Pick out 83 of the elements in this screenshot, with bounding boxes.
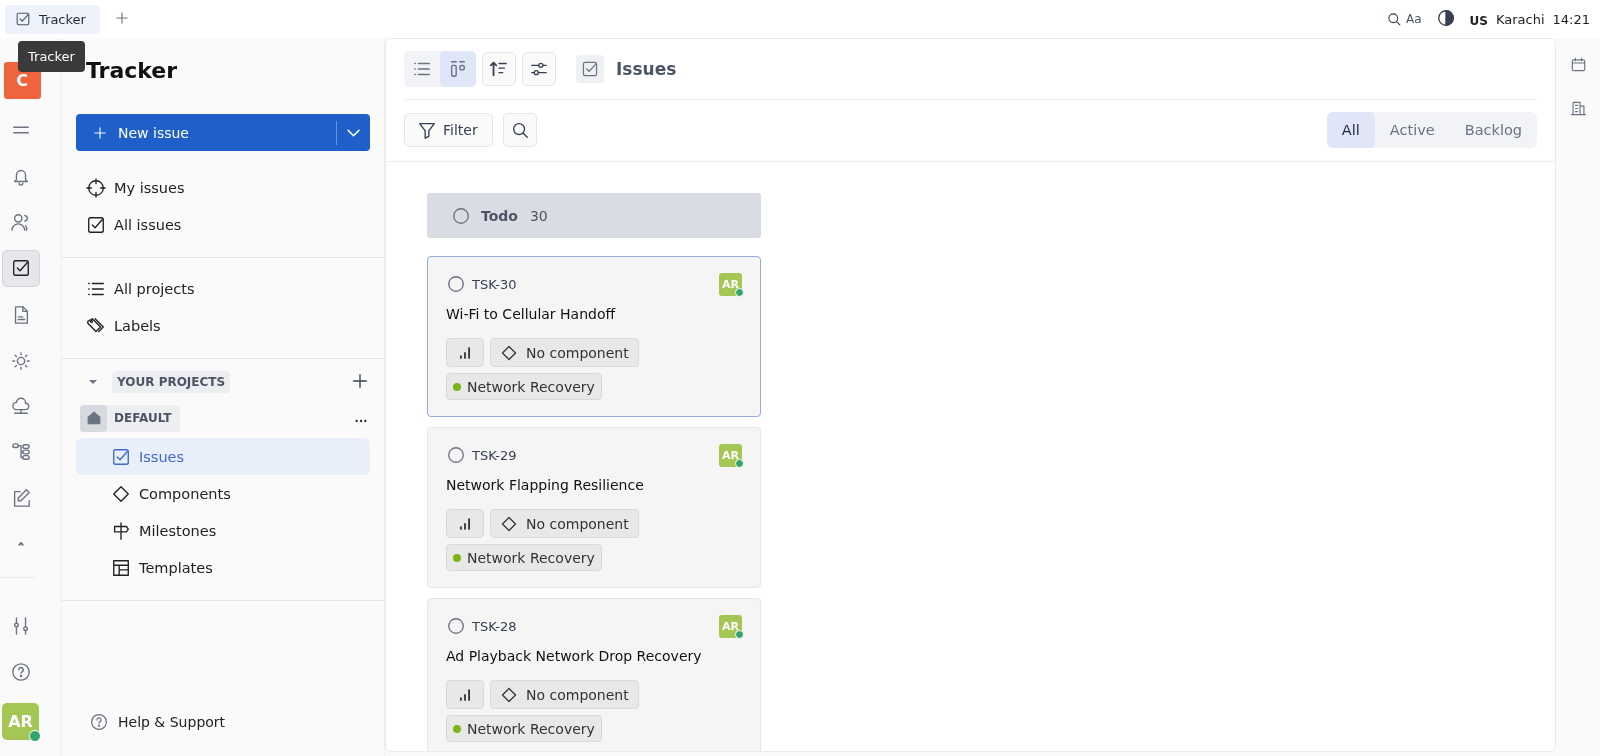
home-icon	[85, 410, 102, 426]
component-button[interactable]: No component	[490, 338, 639, 367]
search-icon	[1386, 11, 1402, 27]
diamond-icon	[500, 514, 518, 533]
issue-card[interactable]: TSK-29 AR Network Flapping Resilience No component Network Recovery	[427, 427, 761, 588]
building-icon[interactable]	[1569, 100, 1587, 117]
filter-icon	[417, 120, 437, 140]
label-tag[interactable]: Network Recovery	[446, 373, 602, 400]
people-icon[interactable]	[10, 211, 31, 232]
issue-card[interactable]: TSK-28 AR Ad Playback Network Drop Recovery No component Network Recovery	[427, 598, 761, 751]
component-button[interactable]: No component	[490, 680, 639, 709]
clock-time: 14:21	[1552, 11, 1590, 27]
filter-button[interactable]: Filter	[404, 113, 493, 147]
component-button[interactable]: No component	[490, 509, 639, 538]
status-circle-icon	[446, 445, 466, 465]
priority-button[interactable]	[446, 509, 484, 538]
sort-icon	[489, 59, 509, 79]
checkbox-icon	[86, 214, 106, 235]
status-circle-icon	[451, 205, 471, 226]
help-link[interactable]: Help & Support	[62, 713, 384, 756]
checkbox-icon	[15, 11, 31, 27]
issue-id[interactable]: TSK-28	[472, 618, 517, 634]
search-button[interactable]	[502, 113, 537, 147]
checkbox-icon	[111, 446, 131, 467]
cloud-icon[interactable]	[10, 396, 31, 417]
issue-title: Network Flapping Resilience	[446, 477, 645, 493]
sidebar-item[interactable]: All issues	[76, 206, 370, 243]
column-name: Todo	[481, 207, 518, 224]
tooltip: Tracker	[18, 41, 85, 72]
issue-count: 30	[529, 207, 548, 224]
diamond-icon	[500, 343, 518, 362]
board-view-button[interactable]	[440, 51, 476, 87]
add-tab-icon	[113, 9, 130, 26]
layout-icon	[111, 557, 131, 578]
sidebar-item[interactable]: Components	[76, 475, 370, 512]
issue-id[interactable]: TSK-30	[472, 276, 517, 292]
priority-button[interactable]	[446, 338, 484, 367]
help-icon[interactable]	[10, 661, 31, 682]
issue-title: Wi-Fi to Cellular Handoff	[446, 306, 617, 322]
project-chip[interactable]: DEFAULT	[80, 404, 180, 432]
sidebar-item[interactable]: All projects	[76, 270, 370, 307]
plus-icon	[92, 124, 108, 141]
filter-tab[interactable]: Active	[1374, 112, 1450, 148]
view-options-button[interactable]	[522, 52, 556, 86]
label-tag[interactable]: Network Recovery	[446, 544, 602, 571]
board-icon	[448, 59, 468, 79]
diamond-icon	[111, 483, 131, 504]
label-tag[interactable]: Network Recovery	[446, 715, 602, 742]
checkbox-icon	[10, 258, 31, 279]
sidebar-item[interactable]: Milestones	[76, 512, 370, 549]
status-circle-icon	[446, 616, 466, 636]
diamond-icon	[500, 685, 518, 704]
sidebar-item[interactable]: My issues	[76, 169, 370, 206]
sidebar-item[interactable]: Templates	[76, 549, 370, 586]
filter-tab[interactable]: All	[1326, 112, 1375, 148]
help-icon	[90, 713, 108, 731]
calendar-icon[interactable]	[1569, 56, 1587, 73]
checkbox-icon	[581, 60, 599, 78]
crosshair-icon	[86, 177, 106, 198]
sidebar-item[interactable]: Labels	[76, 307, 370, 344]
chevron-icon	[347, 128, 360, 137]
sort-button[interactable]	[482, 52, 516, 86]
signpost-icon	[111, 520, 131, 541]
contrast-icon	[1435, 7, 1456, 28]
rail-button[interactable]	[1, 249, 40, 288]
more-icon[interactable]	[354, 419, 368, 423]
issue-card[interactable]: TSK-30 AR Wi-Fi to Cellular Handoff No component Network Recovery	[427, 256, 761, 417]
text-search-button[interactable]: Aa	[1386, 11, 1422, 27]
language-indicator[interactable]: US	[1469, 13, 1488, 28]
sidebar-item[interactable]: Issues	[76, 438, 370, 475]
collapse-caret-icon[interactable]	[88, 377, 98, 387]
hierarchy-icon[interactable]	[10, 442, 31, 463]
page-title: Issues	[616, 59, 677, 79]
section-label: YOUR PROJECTS	[112, 371, 231, 393]
new-issue-button[interactable]: New issue	[76, 114, 370, 151]
status-circle-icon	[446, 274, 466, 294]
app-tab[interactable]: Tracker	[5, 4, 100, 34]
filter-tab[interactable]: Backlog	[1449, 112, 1537, 148]
city-label: Karachi	[1495, 11, 1545, 27]
issue-title: Ad Playback Network Drop Recovery	[446, 648, 703, 664]
priority-button[interactable]	[446, 680, 484, 709]
sun-icon[interactable]	[10, 350, 31, 371]
issue-id[interactable]: TSK-29	[472, 447, 517, 463]
